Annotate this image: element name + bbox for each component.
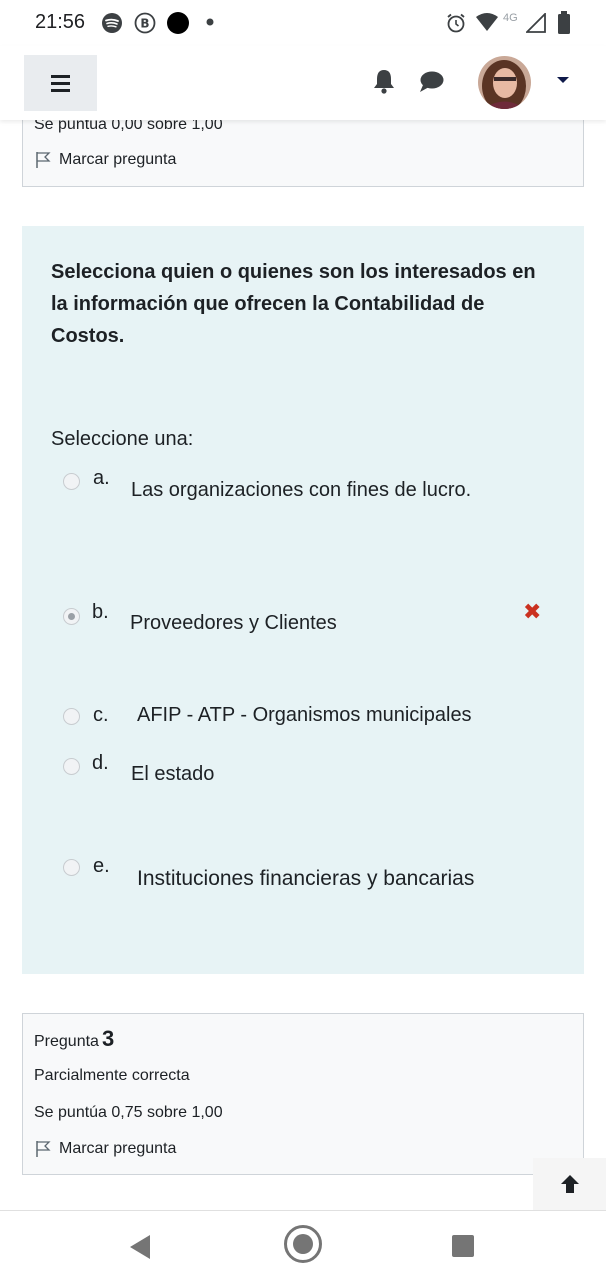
question-score: Se puntúa 0,75 sobre 1,00: [34, 1104, 223, 1121]
question-number: Pregunta 3: [34, 1026, 114, 1052]
option-e-letter: e.: [93, 855, 110, 877]
question-info-next: Pregunta 3 Parcialmente correcta Se puntú…: [22, 1013, 584, 1175]
b-circle-icon: B: [134, 12, 156, 34]
option-a-text[interactable]: Las organizaciones con fines de lucro.: [131, 479, 471, 502]
chat-icon[interactable]: [418, 70, 444, 94]
svg-text:B: B: [140, 17, 149, 31]
battery-icon: [558, 11, 570, 34]
previous-question-info: Se puntúa 0,00 sobre 1,00 Marcar pregunt…: [22, 110, 584, 187]
top-navbar: [0, 46, 606, 120]
question-box: Selecciona quien o quienes son los inter…: [22, 226, 584, 974]
option-b-text[interactable]: Proveedores y Clientes: [130, 612, 337, 635]
spotify-icon: [102, 13, 122, 33]
alarm-icon: [447, 13, 465, 33]
option-e-radio[interactable]: [63, 859, 80, 876]
wifi-icon: [476, 13, 498, 31]
back-nav-icon[interactable]: [128, 1234, 152, 1260]
caret-down-icon[interactable]: [557, 77, 569, 83]
option-d-text[interactable]: El estado: [131, 763, 214, 786]
option-c-text[interactable]: AFIP - ATP - Organismos municipales: [137, 704, 472, 727]
option-b-radio[interactable]: [63, 608, 80, 625]
user-avatar[interactable]: [478, 56, 531, 109]
question-number-value: 3: [101, 1026, 115, 1051]
back-to-top-button[interactable]: [533, 1158, 606, 1210]
flag-question-link[interactable]: Marcar pregunta: [35, 1140, 176, 1158]
option-a-letter: a.: [93, 467, 110, 489]
home-nav-icon[interactable]: [284, 1225, 322, 1263]
option-d-radio[interactable]: [63, 758, 80, 775]
answer-prompt: Seleccione una:: [51, 428, 194, 450]
flag-icon: [36, 152, 51, 168]
black-dot-icon: [167, 12, 189, 34]
option-d-letter: d.: [92, 752, 109, 774]
arrow-up-icon: [560, 1175, 579, 1193]
avatar-image: [478, 56, 531, 109]
bell-icon[interactable]: [372, 68, 396, 94]
menu-button[interactable]: [24, 55, 97, 111]
flag-icon: [36, 1141, 51, 1157]
flag-question-link-previous[interactable]: Marcar pregunta: [35, 151, 176, 169]
option-e-text[interactable]: Instituciones financieras y bancarias: [137, 867, 474, 891]
status-bar: 21:56 B 4G: [0, 0, 606, 46]
option-c-radio[interactable]: [63, 708, 80, 725]
flag-question-label: Marcar pregunta: [59, 1140, 177, 1157]
option-b-letter: b.: [92, 601, 109, 623]
system-navigation-bar: [0, 1210, 606, 1280]
small-dot-icon: [206, 18, 214, 26]
question-state: Parcialmente correcta: [34, 1067, 190, 1084]
hamburger-menu-icon: [51, 75, 70, 78]
signal-icon: [526, 13, 546, 33]
option-c-letter: c.: [93, 704, 109, 726]
flag-question-label: Marcar pregunta: [59, 151, 177, 168]
question-number-label: Pregunta: [34, 1033, 99, 1050]
recent-apps-icon[interactable]: [452, 1235, 474, 1257]
network-type: 4G: [503, 12, 518, 24]
incorrect-icon: ✖: [523, 599, 542, 624]
option-a-radio[interactable]: [63, 473, 80, 490]
status-time: 21:56: [35, 11, 86, 33]
question-text: Selecciona quien o quienes son los inter…: [51, 261, 536, 347]
